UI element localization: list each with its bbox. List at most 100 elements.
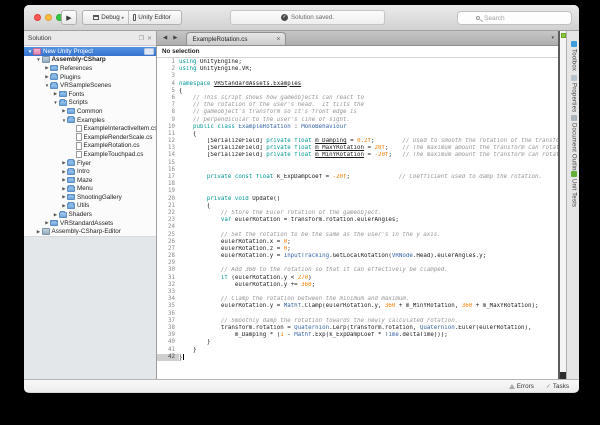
search-input[interactable]: Search: [457, 11, 572, 25]
navigate-back-icon[interactable]: ◀: [160, 35, 170, 41]
tree-item-utils[interactable]: ▶ Utils: [24, 202, 156, 211]
dock-tab-unit-tests[interactable]: Unit Tests: [567, 171, 579, 207]
dock-tab-properties[interactable]: Properties: [567, 75, 579, 112]
line-number[interactable]: 25: [157, 232, 179, 239]
tree-item-scripts[interactable]: ▼ Scripts: [24, 99, 156, 108]
line-number[interactable]: 13: [157, 145, 179, 152]
code-line[interactable]: 37 // Smoothly damp the rotation towards…: [157, 318, 558, 325]
code-line[interactable]: 39 m_Damping * (1 - Mathf.Exp(k_ExpDampC…: [157, 332, 558, 339]
code-line[interactable]: 26 eulerRotation.x = 0;: [157, 239, 558, 246]
code-line[interactable]: 21 {: [157, 203, 558, 210]
line-number[interactable]: 20: [157, 196, 179, 203]
tasks-pad-button[interactable]: ✓ Tasks: [546, 383, 569, 390]
expander-closed-icon[interactable]: ▶: [53, 91, 59, 97]
code-line[interactable]: 34 // Clamp the rotation between the min…: [157, 296, 558, 303]
tree-item-maze[interactable]: ▶ Maze: [24, 176, 156, 185]
code-line[interactable]: 16: [157, 167, 558, 174]
line-number[interactable]: 39: [157, 332, 179, 339]
minimize-window-button[interactable]: [45, 14, 52, 21]
code-line[interactable]: 5{: [157, 88, 558, 95]
tree-item-assembly-csharp-editor[interactable]: ▶ Assembly-CSharp-Editor: [24, 227, 156, 236]
line-number[interactable]: 29: [157, 260, 179, 267]
code-line[interactable]: 35 eulerRotation.y = Mathf.Clamp(eulerRo…: [157, 303, 558, 310]
code-line[interactable]: 9 // perpendicular to the user's line of…: [157, 117, 558, 124]
code-line[interactable]: 11 {: [157, 131, 558, 138]
code-editor[interactable]: 1 using UnityEngine; 2 using UnityEngine.VR…: [157, 58, 558, 379]
tree-item-shaders[interactable]: ▶ Shaders: [24, 210, 156, 219]
navigate-forward-icon[interactable]: ▶: [170, 35, 180, 41]
code-line[interactable]: 22 // Store the Euler rotation of the ga…: [157, 210, 558, 217]
code-line[interactable]: 13 [SerializeField] private float m_MaxY…: [157, 145, 558, 152]
line-number[interactable]: 40: [157, 339, 179, 346]
code-line[interactable]: 31 if (eulerRotation.y < 270): [157, 275, 558, 282]
code-line[interactable]: 10 public class ExampleRotation : MonoBe…: [157, 124, 558, 131]
tree-item-exampletouchpad-cs[interactable]: ExampleTouchpad.cs: [24, 150, 156, 159]
line-number[interactable]: 37: [157, 318, 179, 325]
code-line[interactable]: 32 eulerRotation.y += 360;: [157, 282, 558, 289]
close-pad-icon[interactable]: ✕: [147, 35, 152, 42]
line-number[interactable]: 19: [157, 188, 179, 195]
code-line[interactable]: 18: [157, 181, 558, 188]
code-line[interactable]: 33: [157, 289, 558, 296]
code-line[interactable]: 28 eulerRotation.y = InputTracking.GetLo…: [157, 253, 558, 260]
tree-item-assembly-csharp[interactable]: ▼ Assembly-CSharp: [24, 56, 156, 65]
line-number[interactable]: 3: [157, 73, 179, 80]
line-number[interactable]: 41: [157, 347, 179, 354]
tree-item-vrsamplescenes[interactable]: ▼ VRSampleScenes: [24, 81, 156, 90]
breadcrumb[interactable]: No selection: [157, 46, 558, 58]
tree-item-common[interactable]: ▶ Common: [24, 107, 156, 116]
tree-item-exampleinteractiveitem-cs[interactable]: ExampleInteractiveItem.cs: [24, 124, 156, 133]
tree-item-references[interactable]: ▶ References: [24, 64, 156, 73]
code-line[interactable]: 3: [157, 73, 558, 80]
run-target-selector[interactable]: Unity Editor: [129, 11, 175, 24]
tab-close-icon[interactable]: ×: [276, 36, 280, 43]
code-line[interactable]: 36: [157, 311, 558, 318]
line-number[interactable]: 32: [157, 282, 179, 289]
line-number[interactable]: 15: [157, 160, 179, 167]
dock-pad-icon[interactable]: ❐: [139, 35, 144, 42]
code-line[interactable]: 6 // This script shows how gameobjects c…: [157, 95, 558, 102]
tree-item-intro[interactable]: ▶ Intro: [24, 167, 156, 176]
line-number[interactable]: 12: [157, 138, 179, 145]
tab-list-dropdown-icon[interactable]: ▾: [551, 35, 554, 41]
code-line[interactable]: 14 [SerializeField] private float m_MinY…: [157, 152, 558, 159]
line-number[interactable]: 27: [157, 246, 179, 253]
line-number[interactable]: 23: [157, 217, 179, 224]
code-line[interactable]: 7 // the rotation of the user's head. It…: [157, 102, 558, 109]
tree-item-fonts[interactable]: ▶ Fonts: [24, 90, 156, 99]
line-number[interactable]: 33: [157, 289, 179, 296]
tree-item-shootinggallery[interactable]: ▶ ShootingGallery: [24, 193, 156, 202]
line-number[interactable]: 42: [157, 353, 179, 361]
code-line[interactable]: 2 using UnityEngine.VR;: [157, 66, 558, 73]
tree-item-examples[interactable]: ▼ Examples: [24, 116, 156, 125]
code-line[interactable]: 24: [157, 224, 558, 231]
line-number[interactable]: 38: [157, 325, 179, 332]
line-number[interactable]: 11: [157, 131, 179, 138]
code-line[interactable]: 17 private const float k_ExpDampCoef = -…: [157, 174, 558, 181]
configuration-selector[interactable]: Debug ▸: [89, 11, 128, 24]
line-number[interactable]: 8: [157, 109, 179, 116]
code-line[interactable]: 20 private void Update(): [157, 196, 558, 203]
line-number[interactable]: 18: [157, 181, 179, 188]
line-number[interactable]: 2: [157, 66, 179, 73]
line-number[interactable]: 22: [157, 210, 179, 217]
line-number[interactable]: 36: [157, 311, 179, 318]
dock-tab-document-outline[interactable]: Document Outline: [567, 115, 579, 174]
code-line[interactable]: 38 transform.rotation = Quaternion.Lerp(…: [157, 325, 558, 332]
line-number[interactable]: 16: [157, 167, 179, 174]
code-line[interactable]: 30 // Add 360 to the rotation so that it…: [157, 267, 558, 274]
tree-item-examplerotation-cs[interactable]: ExampleRotation.cs: [24, 142, 156, 151]
errors-pad-button[interactable]: Errors: [508, 383, 534, 390]
line-number[interactable]: 1: [157, 59, 179, 66]
line-number[interactable]: 10: [157, 124, 179, 131]
code-line[interactable]: 27 eulerRotation.z = 0;: [157, 246, 558, 253]
line-number[interactable]: 9: [157, 117, 179, 124]
code-line[interactable]: 1 using UnityEngine;: [157, 59, 558, 66]
line-number[interactable]: 26: [157, 239, 179, 246]
line-number[interactable]: 4: [157, 81, 179, 88]
line-number[interactable]: 7: [157, 102, 179, 109]
line-number[interactable]: 34: [157, 296, 179, 303]
tree-item-plugins[interactable]: ▶ Plugins: [24, 73, 156, 82]
line-number[interactable]: 35: [157, 303, 179, 310]
line-number[interactable]: 6: [157, 95, 179, 102]
